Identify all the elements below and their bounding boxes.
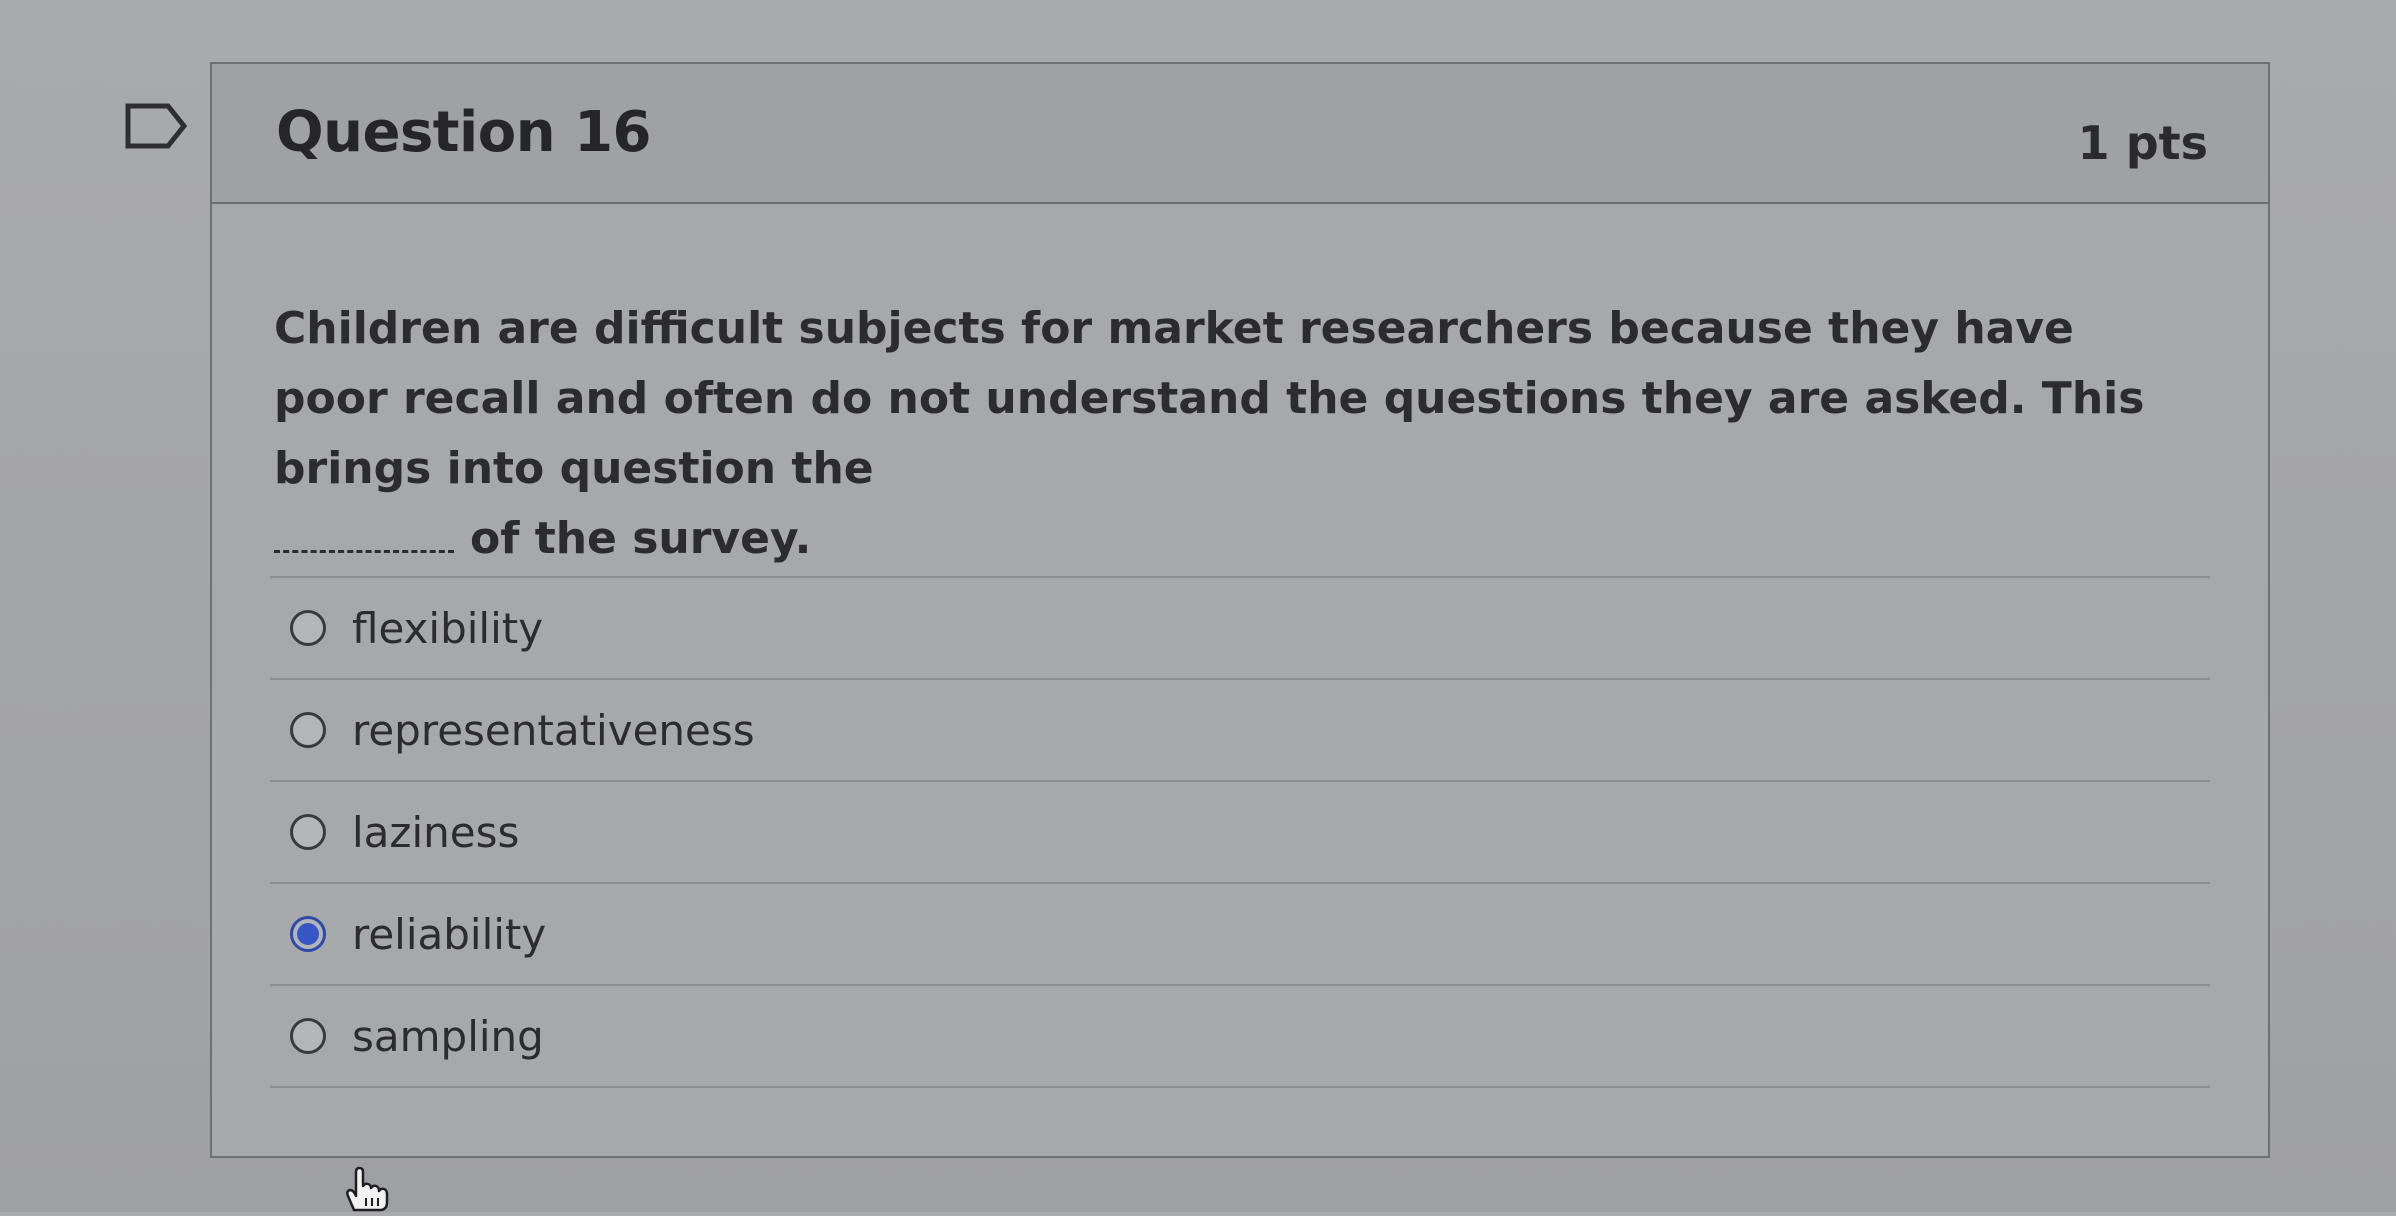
question-header: Question 16 1 pts [212,64,2268,204]
radio-button[interactable] [290,1018,326,1054]
question-card: Question 16 1 pts Children are difficult… [210,62,2270,1158]
answer-label: laziness [352,807,520,857]
answer-label: reliability [352,909,547,959]
answer-option-reliability[interactable]: reliability [270,884,2210,986]
question-blank [274,524,454,553]
answer-label: flexibility [352,603,544,653]
answer-option-representativeness[interactable]: representativeness [270,680,2210,782]
answer-option-laziness[interactable]: laziness [270,782,2210,884]
answer-label: sampling [352,1011,544,1061]
answer-list: flexibility representativeness laziness … [270,576,2210,1088]
question-text-before-blank: Children are difficult subjects for mark… [274,303,2145,494]
question-text: Children are difficult subjects for mark… [274,294,2174,574]
question-title: Question 16 [276,100,652,165]
answer-option-sampling[interactable]: sampling [270,986,2210,1088]
question-points: 1 pts [2077,116,2208,170]
radio-button[interactable] [290,610,326,646]
radio-button-selected[interactable] [290,916,326,952]
question-text-after-blank: of the survey. [470,513,812,564]
answer-option-flexibility[interactable]: flexibility [270,578,2210,680]
radio-button[interactable] [290,712,326,748]
radio-selected-dot [297,923,319,945]
hand-pointer-icon [338,1166,392,1212]
radio-button[interactable] [290,814,326,850]
answer-label: representativeness [352,705,755,755]
flag-question-icon[interactable] [124,102,188,150]
